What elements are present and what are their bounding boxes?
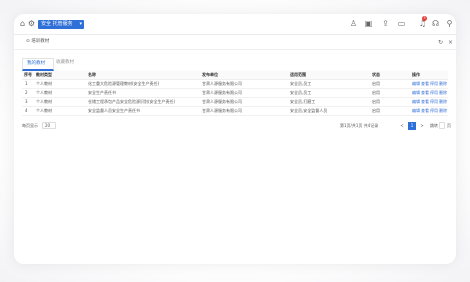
disable-link[interactable]: 停用 [430, 89, 438, 97]
delete-link[interactable]: 删除 [439, 98, 447, 106]
view-link[interactable]: 查看 [421, 89, 429, 97]
col-header-type: 教材类型 [36, 72, 52, 77]
page-size-value: 20 [45, 123, 51, 128]
goto-page-input[interactable] [439, 122, 445, 129]
row-name: 化工重大危险源管理教材(安全生产责任) [88, 81, 160, 86]
row-scope: 安全员,安全监督人员 [290, 108, 328, 113]
table-row: 3 个人教材 仓储工程承包产品安全危险源识别(安全生产责任) 甘肃人源服务有限公… [22, 98, 448, 107]
row-no: 3 [25, 99, 28, 104]
row-name: 安全生产责任书 [88, 90, 116, 95]
page-size-select[interactable]: 20 [42, 122, 56, 129]
table-row: 4 个人教材 安全监督人员安全生产责任书 甘肃人源服务有限公司 安全员,安全监督… [22, 107, 448, 116]
org-dropdown[interactable]: 安全 托管服务 ▾ [38, 20, 84, 29]
disable-link[interactable]: 停用 [430, 107, 438, 115]
table-row: 1 个人教材 化工重大危险源管理教材(安全生产责任) 甘肃人源服务有限公司 安全… [22, 80, 448, 89]
close-icon[interactable]: × [446, 38, 455, 47]
table-header: 序号 教材类型 名称 发布单位 适用范围 状态 操作 [22, 71, 448, 80]
home-icon[interactable]: ⌂ [18, 19, 27, 28]
row-type: 个人教材 [36, 90, 52, 95]
row-scope: 安全员,员工 [290, 81, 312, 86]
row-type: 个人教材 [36, 99, 52, 104]
goto-suffix: 页 [447, 123, 451, 128]
org-dropdown-label: 安全 托管服务 [41, 21, 73, 27]
disable-link[interactable]: 停用 [430, 98, 438, 106]
row-status: 启用 [372, 99, 380, 104]
delete-link[interactable]: 删除 [439, 89, 447, 97]
row-status: 启用 [372, 108, 380, 113]
edit-link[interactable]: 编辑 [412, 80, 420, 88]
message-icon[interactable]: ▣ [364, 19, 373, 28]
notification-badge: 3 [422, 16, 427, 21]
refresh-icon[interactable]: ↻ [436, 38, 445, 47]
row-scope: 安全员,员工 [290, 90, 312, 95]
settings-icon[interactable]: ⚙ [27, 19, 36, 28]
row-name: 仓储工程承包产品安全危险源识别(安全生产责任) [88, 99, 176, 104]
row-org: 甘肃人源服务有限公司 [202, 108, 242, 113]
row-no: 4 [25, 108, 28, 113]
col-header-org: 发布单位 [202, 72, 218, 77]
row-org: 甘肃人源服务有限公司 [202, 81, 242, 86]
top-bar: ⌂ ⚙ 安全 托管服务 ▾ ♙ ▣ ⇪ ▭ ♫ 3 ☊ ⚲ [14, 14, 456, 35]
tab-my-materials[interactable]: 我的教材 [22, 58, 54, 71]
delete-link[interactable]: 删除 [439, 107, 447, 115]
col-header-name: 名称 [88, 72, 96, 77]
next-page-button[interactable]: > [418, 122, 426, 130]
row-type: 个人教材 [36, 108, 52, 113]
app-window: ⌂ ⚙ 安全 托管服务 ▾ ♙ ▣ ⇪ ▭ ♫ 3 ☊ ⚲ ⊙ 培训教材 ↻ ×… [14, 14, 456, 264]
page-1-button[interactable]: 1 [408, 122, 416, 130]
row-org: 甘肃人源服务有限公司 [202, 90, 242, 95]
col-header-status: 状态 [372, 72, 380, 77]
breadcrumb-row: ⊙ 培训教材 ↻ × [14, 35, 456, 50]
row-status: 启用 [372, 90, 380, 95]
row-name: 安全监督人员安全生产责任书 [88, 108, 140, 113]
pagination-bar: 每页显示 20 第1页/共1页 共4记录 < 1 > 跳转 页 [22, 121, 451, 131]
prev-page-button[interactable]: < [398, 122, 406, 130]
row-no: 2 [25, 90, 28, 95]
view-link[interactable]: 查看 [421, 107, 429, 115]
user-icon[interactable]: ♙ [349, 19, 358, 28]
edit-link[interactable]: 编辑 [412, 107, 420, 115]
breadcrumb: ⊙ 培训教材 [26, 39, 50, 44]
col-header-no: 序号 [24, 72, 32, 77]
row-type: 个人教材 [36, 81, 52, 86]
upload-icon[interactable]: ⇪ [381, 19, 390, 28]
row-status: 启用 [372, 81, 380, 86]
col-header-scope: 适用范围 [290, 72, 306, 77]
pin-icon[interactable]: ⚲ [445, 19, 454, 28]
headset-icon[interactable]: ☊ [431, 19, 440, 28]
view-link[interactable]: 查看 [421, 80, 429, 88]
page-size-label: 每页显示 [22, 123, 38, 128]
col-header-actions: 操作 [412, 72, 420, 77]
table-row: 2 个人教材 安全生产责任书 甘肃人源服务有限公司 安全员,员工 启用 编辑 查… [22, 89, 448, 98]
tab-favorite-materials[interactable]: 收藏教材 [52, 58, 82, 68]
disable-link[interactable]: 停用 [430, 80, 438, 88]
monitor-icon[interactable]: ▭ [397, 19, 406, 28]
goto-label: 跳转 [430, 123, 438, 128]
page-total: 第1页/共1页 共4记录 [340, 123, 379, 128]
row-scope: 安全员,打磨工 [290, 99, 316, 104]
delete-link[interactable]: 删除 [439, 80, 447, 88]
edit-link[interactable]: 编辑 [412, 89, 420, 97]
row-org: 甘肃人源服务有限公司 [202, 99, 242, 104]
row-no: 1 [25, 81, 28, 86]
view-link[interactable]: 查看 [421, 98, 429, 106]
edit-link[interactable]: 编辑 [412, 98, 420, 106]
dropdown-chevron-icon: ▾ [79, 21, 82, 27]
